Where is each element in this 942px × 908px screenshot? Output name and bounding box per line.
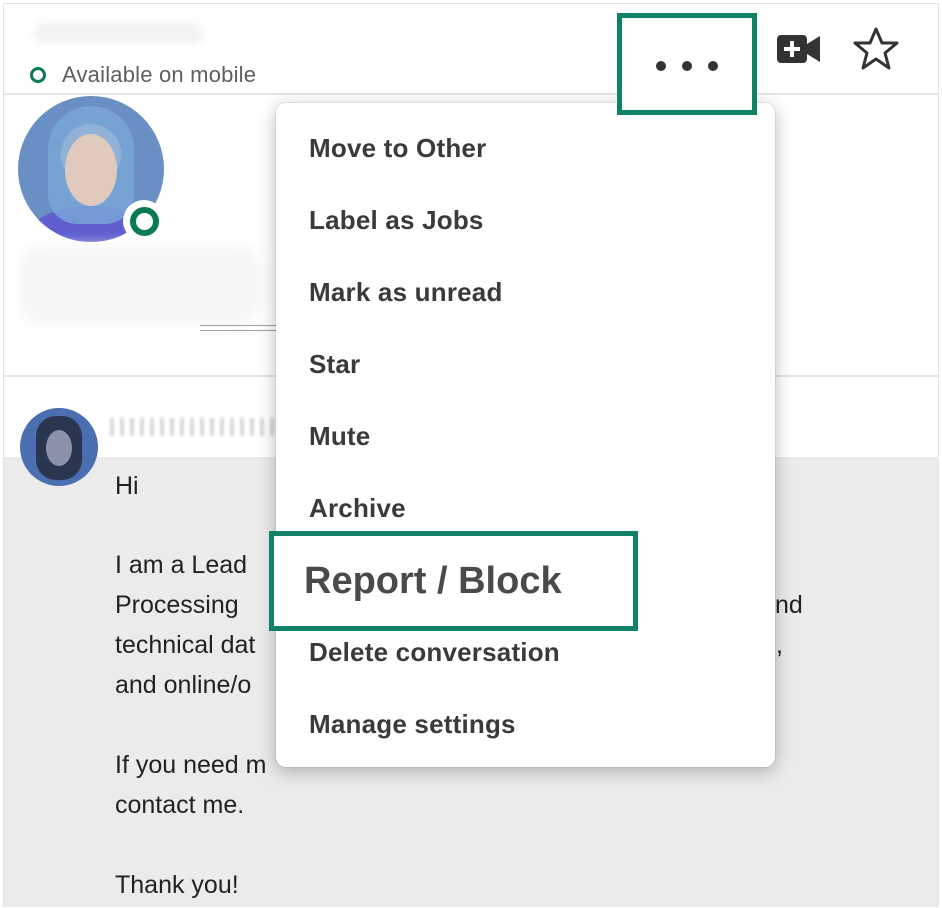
menu-item-move-to-other[interactable]: Move to Other — [309, 133, 486, 164]
online-status-icon — [123, 200, 165, 242]
message-line-tail: , — [776, 631, 783, 659]
message-line: and online/o — [115, 671, 252, 699]
availability-status: Available on mobile — [30, 62, 256, 88]
message-line: Processing — [115, 591, 239, 619]
star-button[interactable] — [852, 26, 900, 72]
message-line: Thank you! — [115, 871, 239, 899]
menu-item-mute[interactable]: Mute — [309, 421, 370, 452]
mobile-status-icon — [30, 67, 46, 83]
more-options-button[interactable] — [617, 13, 757, 115]
conversation-options-menu: Move to Other Label as Jobs Mark as unre… — [276, 103, 775, 767]
message-line: technical dat — [115, 631, 256, 659]
sender-avatar[interactable] — [20, 408, 98, 486]
profile-info-redacted — [20, 245, 260, 325]
menu-item-manage-settings[interactable]: Manage settings — [309, 709, 516, 740]
menu-item-star[interactable]: Star — [309, 349, 360, 380]
report-block-label: Report / Block — [304, 559, 562, 602]
message-line: contact me. — [115, 791, 245, 819]
status-text: Available on mobile — [62, 62, 257, 87]
video-call-button[interactable] — [776, 32, 822, 66]
menu-item-archive[interactable]: Archive — [309, 493, 406, 524]
video-call-icon — [777, 35, 820, 63]
menu-item-delete-conversation[interactable]: Delete conversation — [309, 637, 560, 668]
message-line-tail: nd — [775, 591, 803, 619]
more-horizontal-icon — [656, 61, 718, 71]
sender-name-redacted — [110, 418, 280, 436]
message-greeting: Hi — [115, 472, 139, 500]
menu-item-mark-unread[interactable]: Mark as unread — [309, 277, 503, 308]
message-line: I am a Lead — [115, 551, 248, 579]
message-line: If you need m — [115, 751, 267, 779]
contact-name-redacted — [34, 22, 204, 44]
menu-item-label-as-jobs[interactable]: Label as Jobs — [309, 205, 484, 236]
star-outline-icon — [853, 27, 899, 70]
redaction-mark — [200, 325, 280, 331]
menu-item-report-block[interactable]: Report / Block — [269, 531, 638, 631]
